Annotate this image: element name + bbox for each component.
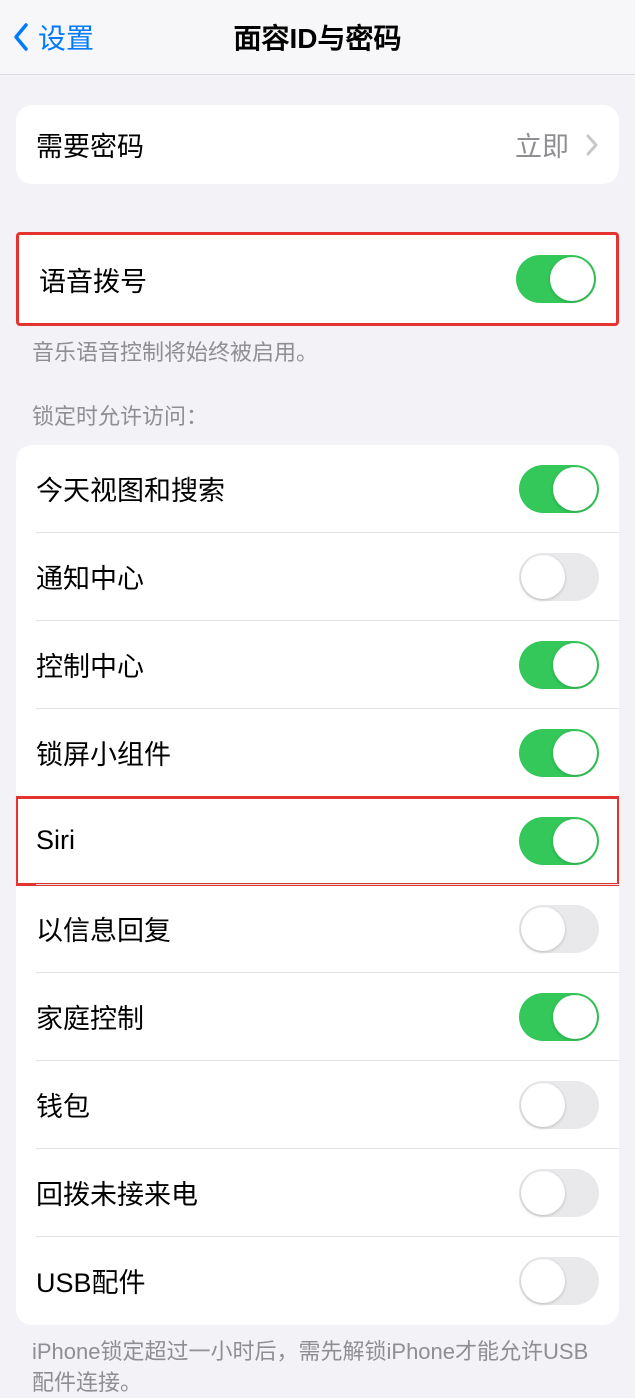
locked-access-item-label: 控制中心: [36, 645, 144, 684]
locked-access-item-label: 家庭控制: [36, 997, 144, 1036]
locked-access-item-toggle[interactable]: [519, 993, 599, 1041]
locked-access-row: USB配件: [16, 1237, 619, 1325]
locked-access-group: 今天视图和搜索通知中心控制中心锁屏小组件 Siri 以信息回复家庭控制钱包回拨未接来…: [16, 445, 619, 1325]
toggle-knob: [553, 995, 597, 1039]
locked-access-footer: iPhone锁定超过一小时后，需先解锁iPhone才能允许USB配件连接。: [0, 1325, 635, 1398]
locked-access-row: 钱包: [16, 1061, 619, 1149]
locked-access-item-toggle[interactable]: [519, 1081, 599, 1129]
locked-access-item-toggle[interactable]: [519, 465, 599, 513]
locked-access-header: 锁定时允许访问：: [0, 369, 635, 439]
toggle-knob: [553, 643, 597, 687]
locked-access-item-label: 以信息回复: [36, 909, 171, 948]
locked-access-row: 锁屏小组件: [16, 709, 619, 797]
back-button[interactable]: 设置: [0, 17, 94, 57]
require-passcode-value: 立即: [515, 125, 569, 164]
voice-dial-label: 语音拨号: [39, 260, 147, 299]
locked-access-row: 回拨未接来电: [16, 1149, 619, 1237]
locked-access-item-toggle[interactable]: [519, 729, 599, 777]
voice-dial-footer: 音乐语音控制将始终被启用。: [0, 326, 635, 369]
locked-access-item-label: 通知中心: [36, 557, 144, 596]
locked-access-item-toggle[interactable]: [519, 641, 599, 689]
navigation-bar: 设置 面容ID与密码: [0, 0, 635, 75]
toggle-knob: [521, 1171, 565, 1215]
locked-access-item-toggle[interactable]: [519, 553, 599, 601]
locked-access-item-label: 今天视图和搜索: [36, 469, 225, 508]
chevron-left-icon: [12, 22, 30, 52]
locked-access-item-toggle[interactable]: [519, 1169, 599, 1217]
voice-dial-group: 语音拨号: [16, 232, 619, 326]
locked-access-item-label: 回拨未接来电: [36, 1173, 198, 1212]
toggle-knob: [521, 555, 565, 599]
locked-access-item-toggle[interactable]: [519, 1257, 599, 1305]
require-passcode-label: 需要密码: [36, 125, 144, 164]
locked-access-row: 控制中心: [16, 621, 619, 709]
back-label: 设置: [38, 17, 94, 57]
locked-access-row: 通知中心: [16, 533, 619, 621]
chevron-right-icon: [585, 134, 599, 156]
locked-access-row: 今天视图和搜索: [16, 445, 619, 533]
locked-access-item-toggle[interactable]: [519, 817, 599, 865]
voice-dial-toggle[interactable]: [516, 255, 596, 303]
locked-access-item-label: 钱包: [36, 1085, 90, 1124]
locked-access-row: 以信息回复: [16, 885, 619, 973]
require-passcode-group: 需要密码 立即: [16, 105, 619, 184]
toggle-knob: [553, 819, 597, 863]
require-passcode-value-wrap: 立即: [515, 125, 599, 164]
toggle-knob: [521, 1259, 565, 1303]
locked-access-row: 家庭控制: [16, 973, 619, 1061]
page-title: 面容ID与密码: [233, 17, 401, 57]
locked-access-row: Siri: [16, 797, 619, 885]
toggle-knob: [553, 467, 597, 511]
locked-access-item-toggle[interactable]: [519, 905, 599, 953]
require-passcode-row[interactable]: 需要密码 立即: [16, 105, 619, 184]
toggle-knob: [521, 907, 565, 951]
toggle-knob: [550, 257, 594, 301]
toggle-knob: [553, 731, 597, 775]
locked-access-item-label: Siri: [36, 825, 75, 856]
locked-access-item-label: USB配件: [36, 1261, 146, 1300]
toggle-knob: [521, 1083, 565, 1127]
voice-dial-row: 语音拨号: [19, 235, 616, 323]
locked-access-item-label: 锁屏小组件: [36, 733, 171, 772]
